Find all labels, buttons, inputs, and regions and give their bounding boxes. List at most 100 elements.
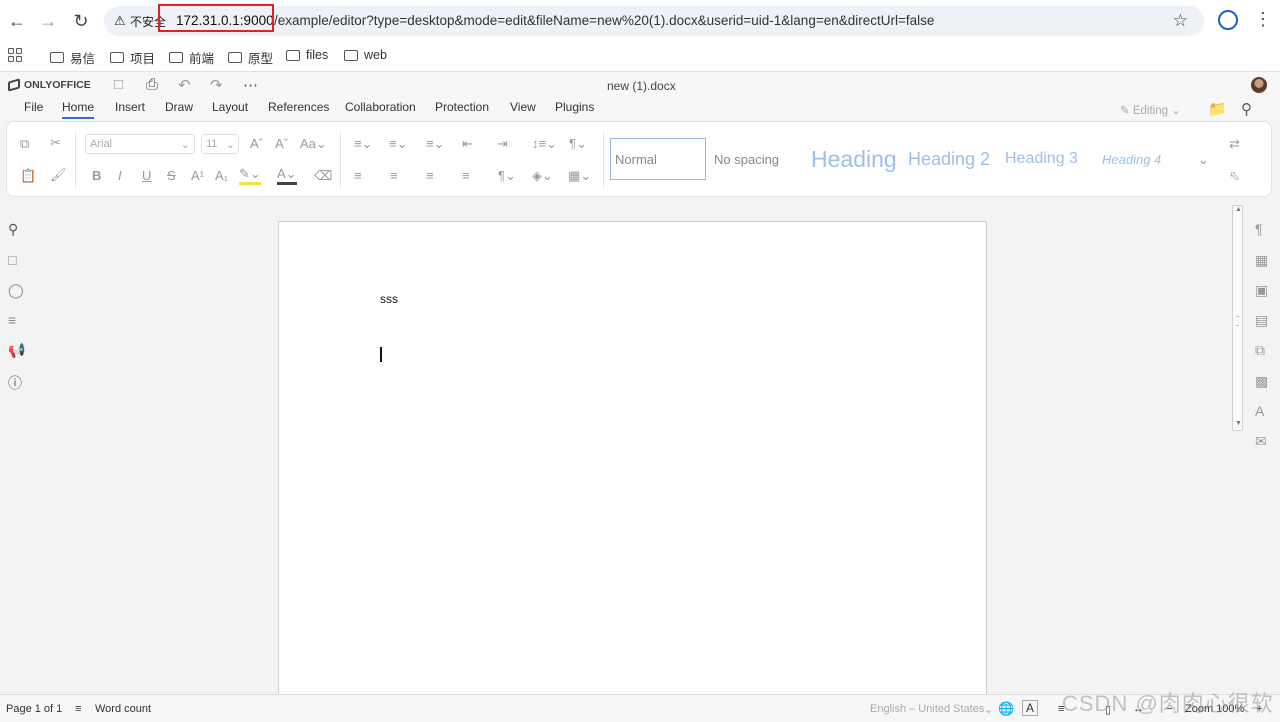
select-icon[interactable]: ⬁ — [1229, 168, 1240, 184]
style-heading-3[interactable]: Heading 3 — [1001, 138, 1097, 180]
bookmark-label: files — [306, 48, 329, 62]
shape-settings-icon[interactable]: ⧉ — [1255, 342, 1265, 359]
align-center-icon[interactable]: ≡ — [390, 168, 398, 183]
clear-style-icon[interactable]: ⌫ — [314, 168, 332, 184]
user-avatar[interactable] — [1251, 77, 1267, 93]
textart-settings-icon[interactable]: A — [1255, 403, 1264, 419]
italic-icon[interactable]: I — [118, 168, 122, 183]
font-size-select[interactable]: 11 ⌄ — [201, 134, 239, 154]
tab-plugins[interactable]: Plugins — [555, 100, 594, 114]
language-select[interactable]: English – United States — [870, 703, 984, 715]
nonprinting-characters-icon[interactable]: ¶⌄ — [498, 168, 516, 184]
bookmark-web[interactable]: web — [344, 48, 387, 62]
chat-icon[interactable]: ◯ — [8, 282, 24, 299]
redo-icon[interactable]: ↷ — [210, 76, 223, 94]
document-title: new (1).docx — [607, 79, 676, 93]
tab-collaboration[interactable]: Collaboration — [345, 100, 416, 114]
save-icon[interactable]: □ — [114, 76, 123, 93]
increase-indent-icon[interactable]: ⇥ — [497, 136, 508, 152]
multilevel-list-icon[interactable]: ≡⌄ — [426, 136, 444, 152]
feedback-icon[interactable]: 📢 — [8, 342, 25, 359]
numbering-icon[interactable]: ≡⌄ — [389, 136, 407, 152]
justify-icon[interactable]: ≡ — [462, 168, 470, 183]
navigation-icon[interactable]: ≡ — [8, 312, 16, 328]
forward-icon[interactable]: → — [36, 9, 60, 33]
scroll-up-icon[interactable]: ▲ — [1235, 206, 1242, 213]
globe-icon[interactable]: 🌐 — [998, 701, 1014, 717]
superscript-icon[interactable]: A¹ — [191, 168, 204, 183]
shading-icon[interactable]: ◈⌄ — [532, 168, 553, 184]
scroll-thumb[interactable] — [1236, 316, 1239, 326]
tab-layout[interactable]: Layout — [212, 100, 248, 114]
cut-icon[interactable]: ✂ — [50, 135, 61, 151]
replace-icon[interactable]: ⇄ — [1229, 136, 1240, 152]
style-no-spacing[interactable]: No spacing — [710, 138, 802, 180]
search-icon[interactable]: ⚲ — [1241, 100, 1252, 118]
spell-check-icon[interactable]: A — [1022, 700, 1039, 716]
increase-font-icon[interactable]: Aˆ — [250, 136, 263, 151]
format-painter-icon[interactable]: 🖌 — [50, 167, 67, 183]
tab-view[interactable]: View — [510, 100, 536, 114]
undo-icon[interactable]: ↶ — [178, 76, 191, 94]
tab-protection[interactable]: Protection — [435, 100, 489, 114]
bold-icon[interactable]: B — [92, 168, 101, 183]
style-normal[interactable]: Normal — [610, 138, 706, 180]
print-icon[interactable]: ⎙ — [146, 76, 158, 93]
bookmark-yuanxing[interactable]: 原型 — [228, 48, 273, 67]
bookmark-qianduan[interactable]: 前端 — [169, 48, 214, 67]
chart-settings-icon[interactable]: ▩ — [1255, 373, 1268, 390]
browser-menu-icon[interactable]: ⋮ — [1254, 9, 1272, 30]
paragraph-settings-icon[interactable]: ¶ — [1255, 221, 1263, 237]
paragraph-settings-icon[interactable]: ¶⌄ — [569, 136, 587, 152]
document-page[interactable]: sss — [278, 221, 987, 701]
more-icon[interactable]: ⋯ — [243, 76, 258, 94]
table-settings-icon[interactable]: ▦ — [1255, 252, 1268, 269]
bookmark-star-icon[interactable]: ☆ — [1173, 11, 1188, 31]
copy-icon[interactable]: ⧉ — [20, 136, 29, 152]
bookmark-xiangmu[interactable]: 项目 — [110, 48, 155, 67]
back-icon[interactable]: ← — [5, 9, 29, 33]
style-heading-4[interactable]: Heading 4 — [1098, 138, 1188, 180]
style-heading-2[interactable]: Heading 2 — [904, 138, 1000, 180]
decrease-font-icon[interactable]: Aˇ — [275, 136, 288, 151]
layers-icon — [8, 78, 20, 92]
search-icon[interactable]: ⚲ — [8, 221, 18, 238]
align-left-icon[interactable]: ≡ — [354, 168, 362, 183]
bullets-icon[interactable]: ≡⌄ — [354, 136, 372, 152]
word-count-button[interactable]: Word count — [95, 703, 151, 715]
font-color-icon[interactable]: A⌄ — [277, 166, 297, 185]
tab-insert[interactable]: Insert — [115, 100, 145, 114]
tab-draw[interactable]: Draw — [165, 100, 193, 114]
strikethrough-icon[interactable]: S — [167, 168, 176, 183]
font-name-select[interactable]: Arial ⌄ — [85, 134, 195, 154]
open-file-location-icon[interactable]: 📁 — [1208, 100, 1227, 118]
decrease-indent-icon[interactable]: ⇤ — [462, 136, 473, 152]
vertical-scrollbar[interactable]: ▲ ▼ — [1232, 205, 1243, 431]
style-heading[interactable]: Heading — [807, 138, 903, 180]
scroll-down-icon[interactable]: ▼ — [1235, 420, 1242, 427]
underline-icon[interactable]: U — [142, 168, 151, 183]
reload-icon[interactable]: ↻ — [69, 9, 93, 33]
paste-icon[interactable]: 📋 — [20, 168, 36, 184]
image-settings-icon[interactable]: ▣ — [1255, 282, 1268, 299]
mail-merge-icon[interactable]: ✉ — [1255, 433, 1267, 450]
align-right-icon[interactable]: ≡ — [426, 168, 434, 183]
line-spacing-icon[interactable]: ↕≡⌄ — [532, 136, 557, 152]
change-case-icon[interactable]: Aa⌄ — [300, 136, 327, 152]
subscript-icon[interactable]: A₁ — [215, 168, 228, 183]
page-info[interactable]: Page 1 of 1 — [6, 703, 62, 715]
highlight-color-icon[interactable]: ✎⌄ — [239, 166, 261, 185]
comments-icon[interactable]: □ — [8, 252, 16, 268]
apps-icon[interactable] — [8, 48, 22, 62]
profile-icon[interactable] — [1218, 10, 1238, 30]
editing-mode-dropdown[interactable]: ✎ Editing ⌄ — [1120, 103, 1181, 117]
borders-icon[interactable]: ▦⌄ — [568, 168, 591, 184]
bookmark-files[interactable]: files — [286, 48, 328, 62]
tab-file[interactable]: File — [24, 100, 43, 114]
header-footer-icon[interactable]: ▤ — [1255, 312, 1268, 329]
styles-expand-icon[interactable]: ⌄ — [1198, 152, 1209, 168]
info-icon[interactable]: ⓘ — [8, 373, 22, 393]
bookmark-yixin[interactable]: 易信 — [50, 48, 95, 67]
tab-references[interactable]: References — [268, 100, 329, 114]
tab-home[interactable]: Home — [62, 100, 95, 119]
